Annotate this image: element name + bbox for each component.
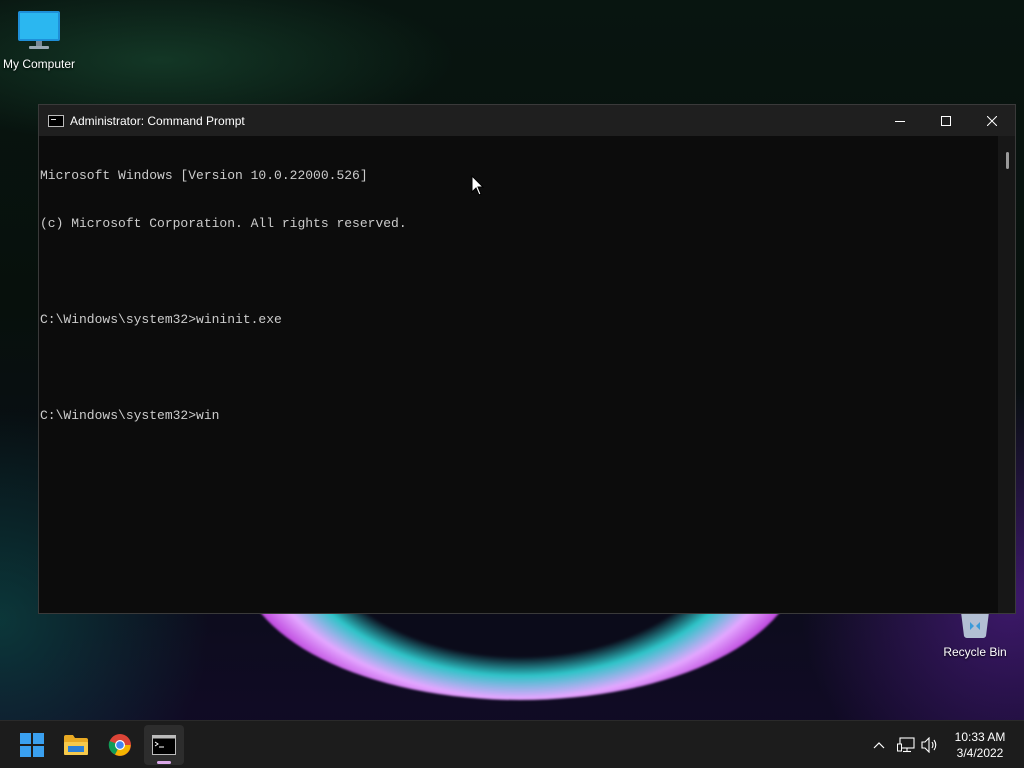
maximize-icon [941, 115, 951, 126]
volume-button[interactable] [920, 735, 940, 755]
chevron-up-icon [873, 742, 885, 749]
clock-time: 10:33 AM [954, 730, 1006, 744]
window-title: Administrator: Command Prompt [70, 113, 245, 128]
folder-icon [64, 735, 88, 755]
show-hidden-icons-button[interactable] [869, 735, 889, 755]
desktop-icon-recycle-bin[interactable]: Recycle Bin [933, 612, 1017, 659]
monitor-icon [0, 10, 81, 53]
close-icon [987, 115, 997, 126]
desktop-icon-label: Recycle Bin [943, 645, 1007, 659]
taskbar: 10:33 AM 3/4/2022 [0, 720, 1024, 768]
taskbar-command-prompt[interactable] [144, 725, 184, 765]
start-button[interactable] [12, 725, 52, 765]
desktop-icon-my-computer[interactable]: My Computer [0, 10, 81, 71]
window-controls [877, 105, 1015, 136]
windows-start-icon [20, 733, 44, 757]
taskbar-clock[interactable]: 10:33 AM 3/4/2022 [948, 729, 1012, 761]
close-button[interactable] [969, 105, 1015, 136]
taskbar-chrome[interactable] [100, 725, 140, 765]
network-status-button[interactable] [896, 735, 916, 755]
clock-date: 3/4/2022 [956, 746, 1004, 760]
minimize-button[interactable] [877, 105, 923, 136]
command-prompt-icon [48, 114, 64, 127]
command-prompt-window[interactable]: Administrator: Command Prompt Microsoft … [38, 104, 1016, 614]
chrome-icon [108, 734, 131, 756]
taskbar-file-explorer[interactable] [56, 725, 96, 765]
console-line: C:\Windows\system32>wininit.exe [40, 312, 282, 327]
window-titlebar[interactable]: Administrator: Command Prompt [39, 105, 1015, 136]
active-app-indicator [157, 761, 171, 764]
desktop: My Computer Recycle Bin Administrator: C… [0, 0, 1024, 768]
minimize-icon [895, 120, 905, 122]
volume-icon [921, 737, 937, 753]
recycle-bin-icon [933, 612, 1017, 641]
network-icon [897, 737, 915, 753]
mouse-cursor-icon [471, 175, 485, 196]
console-line: (c) Microsoft Corporation. All rights re… [40, 216, 407, 231]
vertical-scrollbar[interactable] [998, 136, 1015, 613]
command-prompt-icon [152, 735, 176, 755]
console-output[interactable]: Microsoft Windows [Version 10.0.22000.52… [39, 136, 998, 613]
console-line: Microsoft Windows [Version 10.0.22000.52… [40, 168, 368, 183]
maximize-button[interactable] [923, 105, 969, 136]
scrollbar-thumb[interactable] [1006, 152, 1009, 169]
console-prompt-line[interactable]: C:\Windows\system32>win [40, 408, 998, 424]
desktop-icon-label: My Computer [2, 57, 76, 71]
